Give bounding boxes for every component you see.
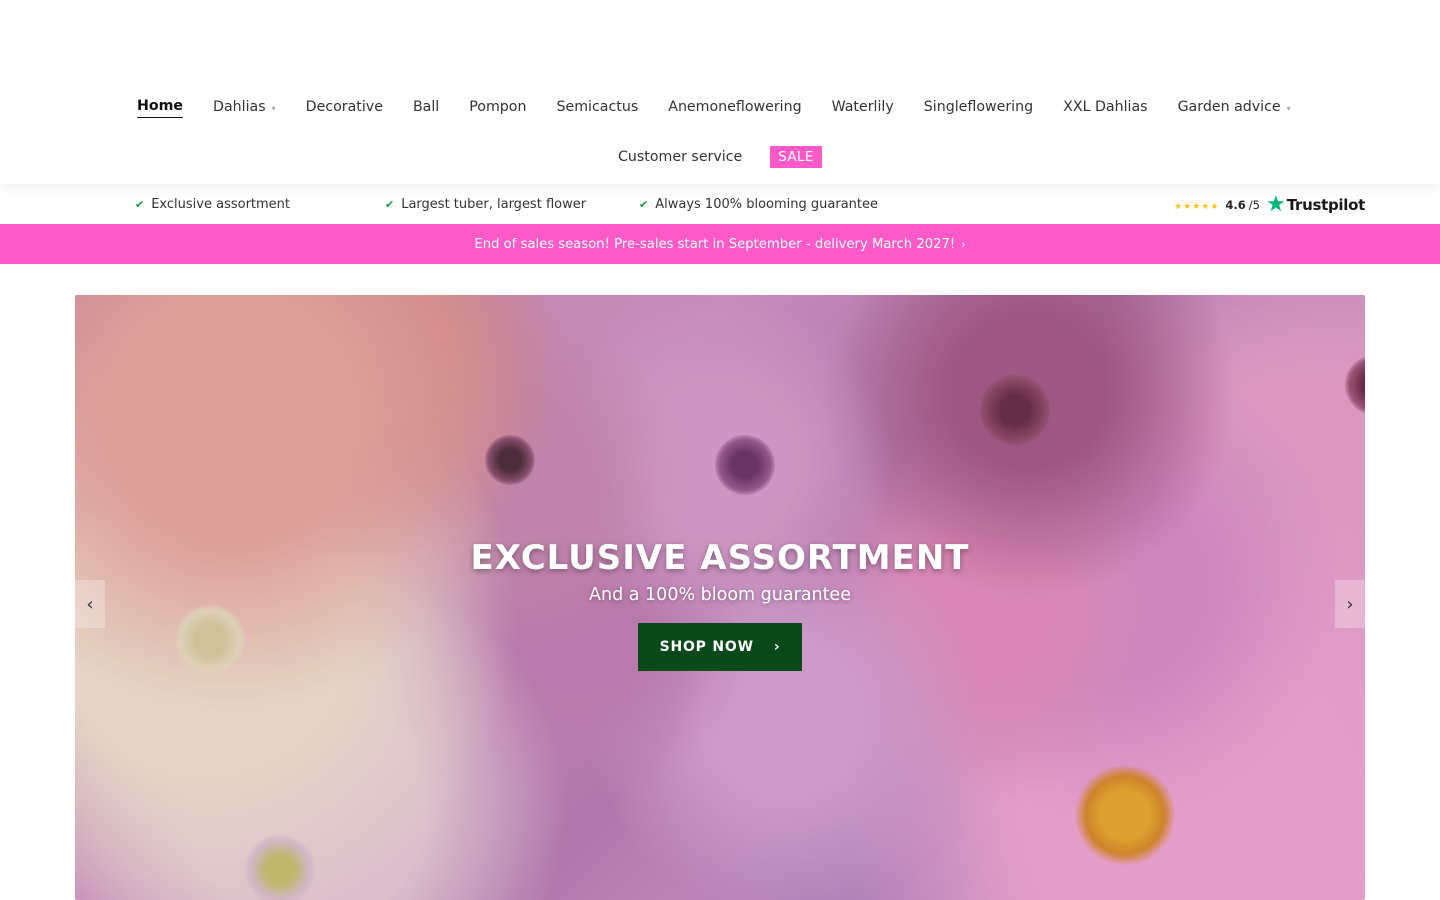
nav-item-label: Decorative (305, 99, 383, 115)
check-icon: ✔ (385, 198, 395, 211)
sale-link[interactable]: SALE (770, 146, 822, 168)
nav-item-label: Home (137, 98, 184, 114)
nav-item-label: Ball (412, 99, 440, 115)
nav-item-label: Semicactus (556, 99, 639, 115)
arrow-right-icon: › (773, 639, 781, 655)
promo-banner[interactable]: End of sales season! Pre-sales start in … (0, 224, 1440, 264)
chevron-right-icon: › (1346, 593, 1354, 615)
nav-item-singleflowering[interactable]: Singleflowering (924, 96, 1033, 118)
nav-item-anemoneflowering[interactable]: Anemoneflowering (668, 96, 801, 118)
nav-item-garden-advice[interactable]: Garden advice ▾ (1178, 96, 1291, 118)
nav-item-label: Garden advice (1177, 99, 1281, 115)
hero-subtitle: And a 100% bloom guarantee (589, 585, 851, 605)
nav-item-pompon[interactable]: Pompon (469, 96, 526, 118)
usp-item: ✔ Always 100% blooming guarantee (639, 197, 878, 212)
nav-item-home[interactable]: Home (137, 96, 184, 118)
nav-item-decorative[interactable]: Decorative (306, 96, 383, 118)
nav-item-semicactus[interactable]: Semicactus (556, 96, 638, 118)
nav-secondary-row: Customer service SALE (618, 146, 822, 168)
shop-now-label: SHOP NOW (659, 639, 754, 655)
nav-item-ball[interactable]: Ball (413, 96, 439, 118)
rating-stars-icon: ★★★★★ (1174, 201, 1220, 212)
nav-primary-row: Home Dahlias ▾ Decorative Ball Pompon Sem… (137, 96, 1321, 118)
nav-item-label: Pompon (469, 99, 527, 115)
nav-item-label: Anemoneflowering (668, 99, 802, 115)
main-navigation: Home Dahlias ▾ Decorative Ball Pompon Sem… (0, 78, 1440, 184)
nav-item-dahlias[interactable]: Dahlias ▾ (213, 96, 276, 118)
nav-item-label: Waterlily (831, 99, 894, 115)
trustpilot-rating[interactable]: ★★★★★ 4.6 /5 ★ Trustpilot (1174, 194, 1365, 216)
trustpilot-star-icon: ★ (1266, 192, 1286, 217)
check-icon: ✔ (135, 198, 145, 211)
top-header-space (0, 0, 1440, 78)
chevron-down-icon: ▾ (271, 103, 276, 113)
promo-text: End of sales season! Pre-sales start in … (474, 236, 956, 252)
usp-bar: ✔ Exclusive assortment ✔ Largest tuber, la… (0, 184, 1440, 224)
chevron-left-icon: ‹ (86, 593, 94, 615)
check-icon: ✔ (639, 198, 649, 211)
hero-slider: EXCLUSIVE ASSORTMENT And a 100% bloom gu… (75, 295, 1365, 900)
nav-item-customer-service[interactable]: Customer service (618, 149, 742, 165)
nav-item-xxl-dahlias[interactable]: XXL Dahlias (1063, 96, 1147, 118)
usp-label: Always 100% blooming guarantee (655, 197, 878, 212)
usp-label: Largest tuber, largest flower (401, 197, 587, 212)
shop-now-button[interactable]: SHOP NOW › (638, 623, 802, 671)
rating-score: 4.6 (1225, 198, 1246, 212)
nav-item-label: Singleflowering (923, 99, 1034, 115)
nav-item-label: XXL Dahlias (1063, 99, 1148, 115)
slider-prev-button[interactable]: ‹ (75, 580, 105, 628)
usp-item: ✔ Exclusive assortment (135, 197, 290, 212)
rating-max: /5 (1248, 198, 1260, 212)
chevron-down-icon: ▾ (1286, 103, 1291, 113)
arrow-right-icon: › (961, 237, 966, 251)
trustpilot-logo: Trustpilot (1286, 196, 1366, 214)
usp-item: ✔ Largest tuber, largest flower (385, 197, 586, 212)
nav-item-waterlily[interactable]: Waterlily (832, 96, 894, 118)
hero-title: EXCLUSIVE ASSORTMENT (470, 538, 970, 578)
nav-item-label: Dahlias (213, 99, 266, 115)
slider-next-button[interactable]: › (1335, 580, 1365, 628)
usp-label: Exclusive assortment (151, 197, 291, 212)
